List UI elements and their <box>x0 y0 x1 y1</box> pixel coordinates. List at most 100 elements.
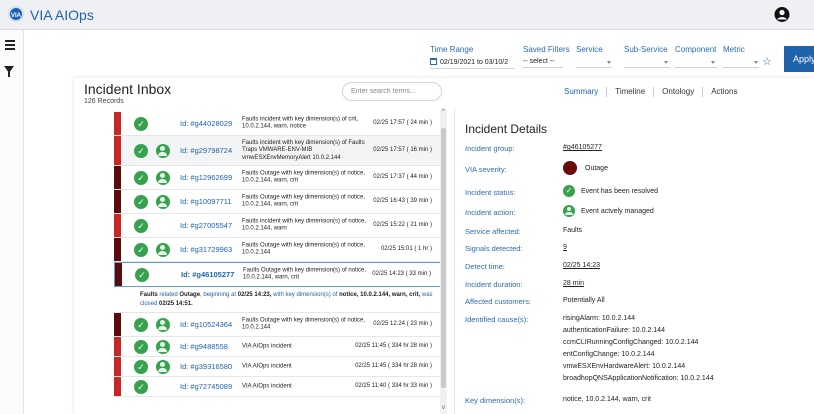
saved-filters-value: -- select -- <box>523 58 555 65</box>
inbox-title: Incident Inbox <box>84 81 172 97</box>
managed-user-icon <box>156 317 170 332</box>
status-text: Event has been resolved <box>581 187 659 195</box>
user-account-icon[interactable] <box>774 6 790 23</box>
cause-item: broadhopQNSApplicationNotification: 10.0… <box>563 375 714 382</box>
saved-filters-select[interactable]: -- select -- <box>523 57 563 68</box>
resolved-check-icon: ✓ <box>134 194 148 209</box>
component-label: Component <box>675 45 717 54</box>
managed-user-icon <box>156 170 170 185</box>
group-label: Incident group: <box>465 144 515 153</box>
incident-id-link[interactable]: Id: #g27005547 <box>180 221 232 230</box>
incident-time: 02/25 17:57 ( 24 min ) <box>373 119 432 126</box>
resolved-check-icon: ✓ <box>134 170 148 185</box>
incident-description: Faults Outage with key dimension(s) of n… <box>242 170 366 184</box>
table-row[interactable]: ✓ Id: #g29798724 Faults incident with key … <box>114 136 444 166</box>
incident-inbox-panel: Incident Inbox 126 Records SummaryTimeli… <box>74 78 814 414</box>
service-label: Service <box>576 45 603 54</box>
incident-description: Faults incident with key dimension(s) of… <box>242 116 359 130</box>
incident-time: 02/25 11:45 ( 334 hr 28 min ) <box>355 362 432 369</box>
critical-severity-bar <box>114 214 121 237</box>
resolved-check-icon: ✓ <box>134 242 148 257</box>
resolved-check-icon: ✓ <box>134 339 148 354</box>
incident-id-link[interactable]: Id: #g12962699 <box>180 173 232 182</box>
incident-id-link[interactable]: Id: #g10524364 <box>180 320 232 329</box>
incident-id-link[interactable]: Id: #g46105277 <box>181 270 234 279</box>
key-dimensions-value: notice, 10.0.2.144, warn, crit <box>563 396 651 403</box>
incident-id-link[interactable]: Id: #g31729963 <box>180 245 232 254</box>
table-row[interactable]: ✓ Id: #g46105277 Faults Outage with key di… <box>114 262 444 287</box>
tab-actions[interactable]: Actions <box>703 87 745 97</box>
hamburger-menu-icon[interactable] <box>5 40 15 52</box>
severity-value: Outage <box>563 161 608 175</box>
apply-button[interactable]: Apply <box>784 46 814 72</box>
cause-item: risingAlarm: 10.0.2.144 <box>563 315 635 322</box>
incident-id-link[interactable]: Id: #g44028029 <box>180 119 232 128</box>
incident-time: 02/25 17:37 ( 44 min ) <box>373 173 432 180</box>
duration-label: Incident duration: <box>465 280 523 289</box>
resolved-check-icon: ✓ <box>134 116 148 131</box>
summary-emphasis: 02/25 14:51. <box>159 301 193 307</box>
cause-item: authenticationFailure: 10.0.2.144 <box>563 327 665 334</box>
incident-id-link[interactable]: Id: #g39316580 <box>180 362 232 371</box>
favorite-star-icon[interactable]: ☆ <box>762 55 772 68</box>
list-scrollbar[interactable] <box>440 108 447 414</box>
action-text: Event actvely managed <box>581 207 654 215</box>
managed-user-icon <box>563 205 575 217</box>
signals-link[interactable]: 9 <box>563 244 567 251</box>
incident-list: ✓ Id: #g44028029 Faults incident with key … <box>114 108 444 414</box>
app-header: VIA VIA AIOps <box>0 0 814 30</box>
incident-id-link[interactable]: Id: #g29798724 <box>180 146 232 155</box>
scroll-down-icon[interactable]: v <box>442 405 445 411</box>
calendar-icon[interactable] <box>430 58 437 65</box>
search-input[interactable] <box>342 82 442 101</box>
incident-id-link[interactable]: Id: #g72745089 <box>180 382 232 391</box>
critical-severity-bar <box>114 377 121 396</box>
detail-tabs: Summary Timeline Ontology Actions <box>556 87 745 99</box>
detect-time-label: Detect time: <box>465 262 506 271</box>
incident-id-link[interactable]: Id: #g10097711 <box>180 197 232 206</box>
duration-link[interactable]: 28 min <box>563 280 584 287</box>
incident-time: 02/25 16:43 ( 39 min ) <box>373 197 432 204</box>
saved-filters-label: Saved Filters <box>523 45 570 54</box>
via-logo-icon[interactable]: VIA <box>8 6 24 22</box>
table-row[interactable]: ✓ Id: #g10524364 Faults Outage with key di… <box>114 313 444 337</box>
tab-summary[interactable]: Summary <box>556 87 608 97</box>
managed-user-icon <box>156 194 170 209</box>
action-value: Event actvely managed <box>563 205 654 217</box>
summary-emphasis: notice, 10.0.2.144, warn, crit, <box>339 292 421 298</box>
critical-severity-bar <box>114 112 121 135</box>
critical-severity-bar <box>114 136 121 165</box>
tab-ontology[interactable]: Ontology <box>654 87 704 97</box>
detect-time-link[interactable]: 02/25 14:23 <box>563 262 600 269</box>
customers-label: Affected customers: <box>465 297 532 306</box>
group-link[interactable]: #g46105277 <box>563 144 602 151</box>
time-range-field[interactable]: 02/19/2021 to 03/10/2 <box>430 57 514 69</box>
incident-id-link[interactable]: Id: #g9488558 <box>180 342 228 351</box>
table-row[interactable]: ✓ Id: #g44028029 Faults incident with key … <box>114 112 444 136</box>
cause-item: ccmCLIRunningConfigChanged: 10.0.2.144 <box>563 339 699 346</box>
table-row[interactable]: ✓ Id: #g27005547 Faults incident with key … <box>114 214 444 238</box>
table-row[interactable]: ✓ Id: #g39316580 VIA AIOps incident 02/25 1… <box>114 357 444 377</box>
table-row[interactable]: ✓ Id: #g12962699 Faults Outage with key di… <box>114 166 444 190</box>
time-range-label: Time Range <box>430 45 474 54</box>
tab-timeline[interactable]: Timeline <box>607 87 655 97</box>
incident-description: VIA AIOps incident <box>242 382 292 389</box>
scroll-thumb[interactable] <box>441 128 446 388</box>
table-row[interactable]: ✓ Id: #g9488558 VIA AIOps incident 02/25 11… <box>114 337 444 357</box>
table-row[interactable]: ✓ Id: #g31729963 Faults Outage with key di… <box>114 238 444 262</box>
action-label: Incident action: <box>465 208 516 217</box>
scroll-up-icon[interactable]: ^ <box>442 109 445 115</box>
resolved-check-icon: ✓ <box>134 218 148 233</box>
table-row[interactable]: ✓ Id: #g10097711 Faults Outage with key di… <box>114 190 444 214</box>
resolved-check-icon: ✓ <box>134 359 148 374</box>
details-title: Incident Details <box>465 122 548 136</box>
outage-severity-bar <box>115 263 122 286</box>
summary-text: , beginning at <box>200 292 238 298</box>
incident-time: 02/25 17:57 ( 16 min ) <box>373 146 432 153</box>
critical-severity-bar <box>114 337 121 356</box>
table-row[interactable]: ✓ Id: #g72745089 VIA AIOps incident 02/25 1… <box>114 377 444 397</box>
outage-severity-icon <box>563 161 577 175</box>
filter-icon[interactable] <box>4 66 14 77</box>
incident-description: Faults Outage with key dimension(s) of n… <box>242 242 366 256</box>
incident-description: Faults incident with key dimension(s) of… <box>242 139 365 161</box>
